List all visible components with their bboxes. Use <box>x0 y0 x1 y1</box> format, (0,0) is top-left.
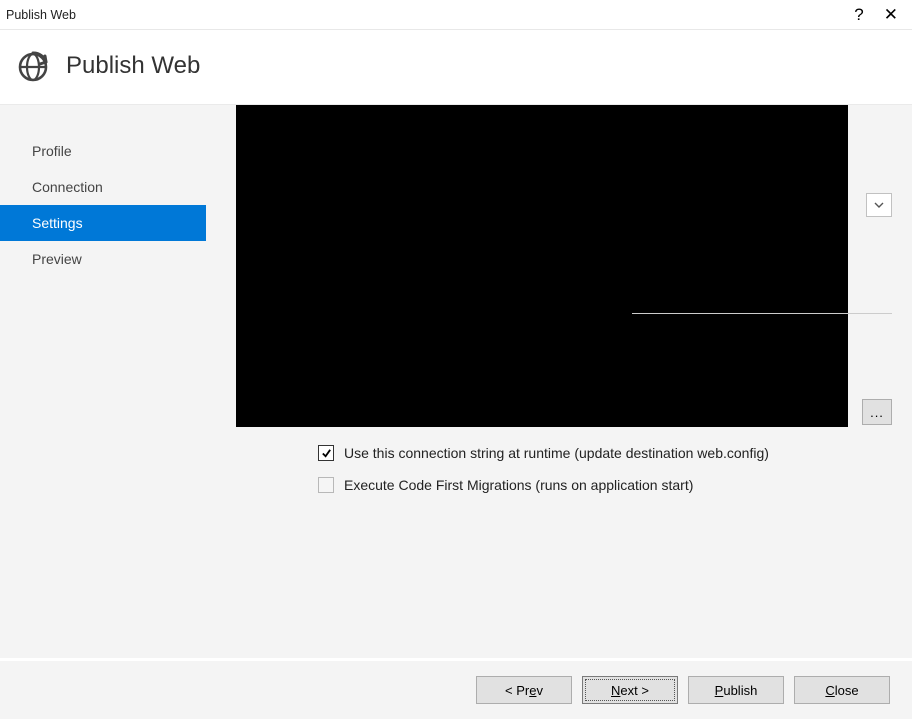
check-icon <box>321 448 332 459</box>
window-title: Publish Web <box>6 8 76 22</box>
migrations-checkbox[interactable] <box>318 477 334 493</box>
help-icon[interactable]: ? <box>854 6 863 23</box>
use-connection-checkbox[interactable] <box>318 445 334 461</box>
dialog-body: Profile Connection Settings Preview ... … <box>0 105 912 658</box>
use-connection-label: Use this connection string at runtime (u… <box>344 445 769 461</box>
sidebar-item-preview[interactable]: Preview <box>0 241 206 277</box>
title-bar: Publish Web ? ✕ <box>0 0 912 30</box>
wizard-content: ... Use this connection string at runtim… <box>206 105 912 658</box>
separator-line <box>632 313 892 314</box>
close-button[interactable]: Close <box>794 676 890 704</box>
dialog-header: Publish Web <box>0 30 912 105</box>
sidebar-item-profile[interactable]: Profile <box>0 133 206 169</box>
close-icon[interactable]: ✕ <box>884 6 898 23</box>
redacted-area <box>236 105 848 427</box>
config-dropdown-button[interactable] <box>866 193 892 217</box>
publish-button[interactable]: Publish <box>688 676 784 704</box>
globe-publish-icon <box>16 48 52 84</box>
window-controls: ? ✕ <box>854 6 906 23</box>
migrations-row: Execute Code First Migrations (runs on a… <box>318 477 693 493</box>
next-button[interactable]: Next > <box>582 676 678 704</box>
wizard-sidebar: Profile Connection Settings Preview <box>0 105 206 658</box>
dialog-footer: < Prev Next > Publish Close <box>0 661 912 719</box>
sidebar-item-settings[interactable]: Settings <box>0 205 206 241</box>
use-connection-row: Use this connection string at runtime (u… <box>318 445 769 461</box>
migrations-label: Execute Code First Migrations (runs on a… <box>344 477 693 493</box>
browse-button[interactable]: ... <box>862 399 892 425</box>
chevron-down-icon <box>874 202 884 209</box>
dialog-title: Publish Web <box>66 52 200 80</box>
prev-button[interactable]: < Prev <box>476 676 572 704</box>
sidebar-item-connection[interactable]: Connection <box>0 169 206 205</box>
